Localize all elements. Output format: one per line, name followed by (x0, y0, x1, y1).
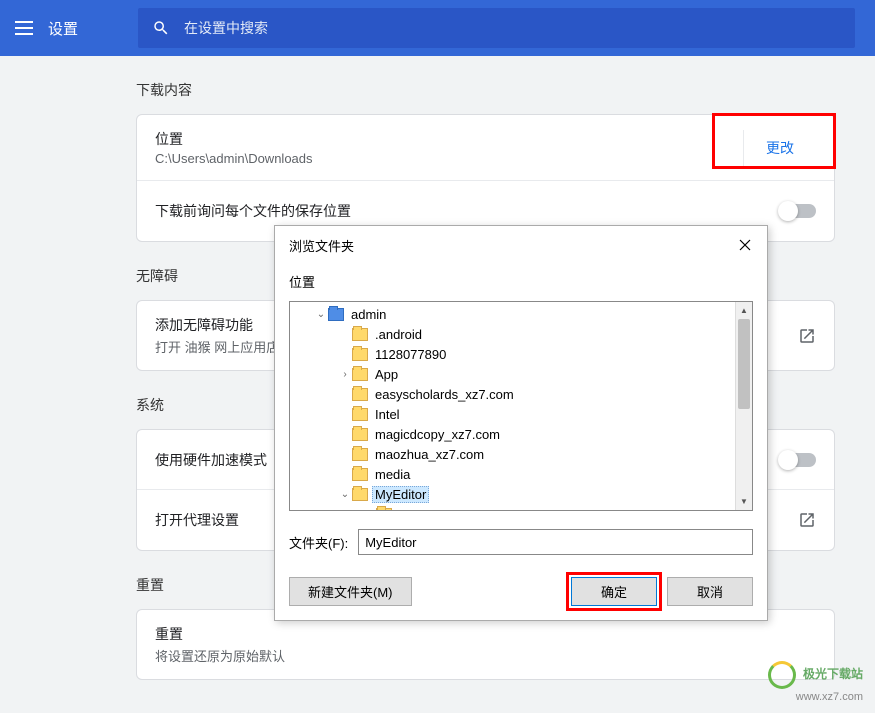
app-header: 设置 (0, 0, 875, 56)
folder-icon (376, 508, 392, 511)
highlight-ok (566, 572, 662, 611)
tree-scrollbar[interactable]: ▲ ▼ (735, 302, 752, 510)
highlight-change (712, 113, 836, 169)
folder-icon (352, 428, 368, 441)
search-icon (152, 19, 170, 37)
tree-item-label: Intel (372, 407, 403, 422)
folder-icon (352, 468, 368, 481)
new-folder-button[interactable]: 新建文件夹(M) (289, 577, 412, 606)
search-bar[interactable] (138, 8, 855, 48)
tree-item[interactable]: maozhua_xz7.com (290, 444, 735, 464)
chevron-right-icon[interactable]: › (338, 369, 352, 380)
scroll-down-button[interactable]: ▼ (736, 493, 752, 510)
tree-item-label: magicdcopy_xz7.com (372, 427, 503, 442)
dialog-title: 浏览文件夹 (289, 236, 354, 255)
tree-item[interactable]: ⌄ MyEditor (290, 484, 735, 504)
tree-item[interactable]: 1128077890 (290, 344, 735, 364)
dialog-titlebar: 浏览文件夹 (275, 226, 767, 264)
folder-icon (352, 368, 368, 381)
hamburger-icon (15, 21, 33, 35)
folder-name-input[interactable] (358, 529, 753, 555)
watermark-url: www.xz7.com (796, 691, 863, 703)
browse-folder-dialog: 浏览文件夹 位置 ⌄ admin .android 1128077890 › App eas… (274, 225, 768, 621)
downloads-card: 位置 C:\Users\admin\Downloads 更改 下载前询问每个文件… (136, 114, 835, 242)
chevron-down-icon[interactable]: ⌄ (314, 309, 328, 320)
folder-icon (352, 348, 368, 361)
tree-item-label: maozhua_xz7.com (372, 447, 487, 462)
folder-icon (352, 328, 368, 341)
menu-button[interactable] (0, 0, 48, 56)
folder-icon (352, 408, 368, 421)
dialog-body: 位置 ⌄ admin .android 1128077890 › App easyschol… (275, 264, 767, 620)
tree-item-label: easyscholards_xz7.com (372, 387, 517, 402)
hw-toggle[interactable] (780, 453, 816, 467)
section-downloads: 下载内容 (136, 80, 835, 100)
scroll-up-button[interactable]: ▲ (736, 302, 752, 319)
page-title: 设置 (48, 18, 78, 39)
tree-item[interactable]: › App (290, 364, 735, 384)
location-path: C:\Users\admin\Downloads (155, 151, 743, 166)
external-link-icon (798, 327, 816, 345)
folder-tree[interactable]: ⌄ admin .android 1128077890 › App easyscholard… (290, 302, 735, 510)
search-input[interactable] (184, 20, 841, 36)
folder-name-label: 文件夹(F): (289, 533, 348, 552)
tree-item-label: .android (372, 327, 425, 342)
download-location-row: 位置 C:\Users\admin\Downloads 更改 (137, 115, 834, 181)
tree-item-label: admin (348, 307, 389, 322)
ask-toggle[interactable] (780, 204, 816, 218)
tree-item-label: MyEditor (372, 486, 429, 503)
close-icon (739, 239, 751, 251)
dialog-location-label: 位置 (289, 272, 753, 291)
scroll-thumb[interactable] (738, 319, 750, 409)
reset-sub: 将设置还原为原始默认 (155, 646, 816, 665)
tree-item[interactable]: magicdcopy_xz7.com (290, 424, 735, 444)
dialog-close-button[interactable] (731, 234, 759, 256)
tree-item[interactable]: Intel (290, 404, 735, 424)
tree-item-label: 1128077890 (372, 347, 449, 362)
location-label: 位置 (155, 129, 743, 149)
chevron-down-icon[interactable]: ⌄ (338, 489, 352, 500)
folder-tree-container: ⌄ admin .android 1128077890 › App easyscholard… (289, 301, 753, 511)
folder-icon (328, 308, 344, 321)
scroll-track[interactable] (736, 319, 752, 493)
folder-icon (352, 488, 368, 501)
reset-label: 重置 (155, 624, 816, 644)
folder-icon (352, 388, 368, 401)
ask-label: 下载前询问每个文件的保存位置 (155, 201, 780, 221)
tree-item[interactable] (290, 504, 735, 510)
watermark: 极光下载站 www.xz7.com (768, 661, 863, 703)
tree-item[interactable]: media (290, 464, 735, 484)
cancel-button[interactable]: 取消 (667, 577, 753, 606)
dialog-buttons: 新建文件夹(M) 确定 取消 (289, 577, 753, 606)
tree-item-label: App (372, 367, 401, 382)
folder-icon (352, 448, 368, 461)
tree-item[interactable]: .android (290, 324, 735, 344)
external-link-icon (798, 511, 816, 529)
tree-item-label: media (372, 467, 413, 482)
tree-item[interactable]: ⌄ admin (290, 304, 735, 324)
folder-name-row: 文件夹(F): (289, 529, 753, 555)
tree-item[interactable]: easyscholards_xz7.com (290, 384, 735, 404)
watermark-logo-icon (768, 661, 796, 689)
dialog-action-buttons: 确定 取消 (571, 577, 753, 606)
watermark-title: 极光下载站 (803, 667, 863, 681)
